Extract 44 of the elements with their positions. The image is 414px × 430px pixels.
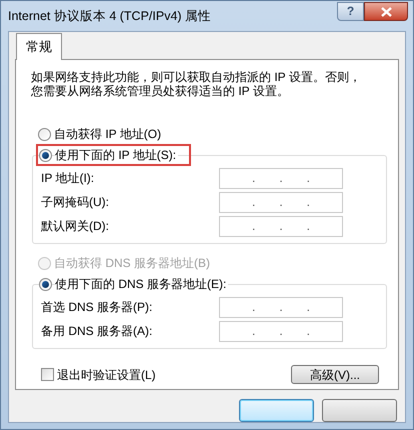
separator-dot: .: [279, 323, 283, 340]
separator-dot: .: [279, 299, 283, 316]
field-label: 子网掩码(U):: [40, 194, 110, 211]
separator-dot: .: [252, 218, 256, 235]
tab[interactable]: 常规: [16, 33, 62, 60]
separator-dot: .: [252, 194, 256, 211]
close-icon: [380, 6, 392, 16]
radio-label: 自动获得 DNS 服务器地址(B): [54, 254, 212, 272]
separator-dot: .: [306, 299, 310, 316]
separator-dot: .: [306, 170, 310, 187]
separator-dot: .: [279, 194, 283, 211]
radio-button[interactable]: [39, 278, 52, 290]
separator-dot: .: [252, 299, 256, 316]
ip-address-field[interactable]: . . .: [219, 192, 343, 212]
ip-address-field[interactable]: . . .: [219, 216, 343, 236]
ip-address-field[interactable]: . . .: [219, 320, 343, 342]
window-title: Internet 协议版本 4 (TCP/IPv4) 属性: [7, 8, 212, 25]
field-label: 默认网关(D):: [40, 218, 110, 235]
separator-dot: .: [279, 170, 283, 187]
description-text: 如果网络支持此功能，则可以获取自动指派的 IP 设置。否则，: [31, 70, 362, 84]
ip-address-field[interactable]: . . .: [219, 168, 343, 188]
radio-label: 使用下面的 IP 地址(S):: [55, 146, 178, 164]
radio-label: 自动获得 IP 地址(O): [54, 125, 164, 143]
separator-dot: .: [252, 170, 256, 187]
checkbox-label: 退出时验证设置(L): [57, 366, 156, 384]
close-button[interactable]: [364, 2, 408, 21]
field-label: IP 地址(I):: [40, 170, 96, 187]
advanced-button[interactable]: 高级(V)...: [291, 365, 379, 384]
field-label: 首选 DNS 服务器(P):: [40, 299, 154, 316]
separator-dot: .: [306, 194, 310, 211]
radio-label: 使用下面的 DNS 服务器地址(E):: [55, 275, 228, 293]
ip-address-field[interactable]: . . .: [219, 296, 343, 318]
field-label: 备用 DNS 服务器(A):: [40, 323, 154, 340]
description-text: 您需要从网络系统管理员处获得适当的 IP 设置。: [31, 84, 290, 98]
separator-dot: .: [306, 218, 310, 235]
radio-button[interactable]: [39, 148, 52, 162]
checkbox[interactable]: [41, 368, 54, 381]
default-button[interactable]: [239, 399, 314, 422]
radio-button[interactable]: [38, 128, 51, 140]
separator-dot: .: [252, 323, 256, 340]
separator-dot: .: [306, 323, 310, 340]
dialog-button[interactable]: [322, 399, 397, 422]
separator-dot: .: [279, 218, 283, 235]
help-button[interactable]: ?: [337, 2, 364, 21]
